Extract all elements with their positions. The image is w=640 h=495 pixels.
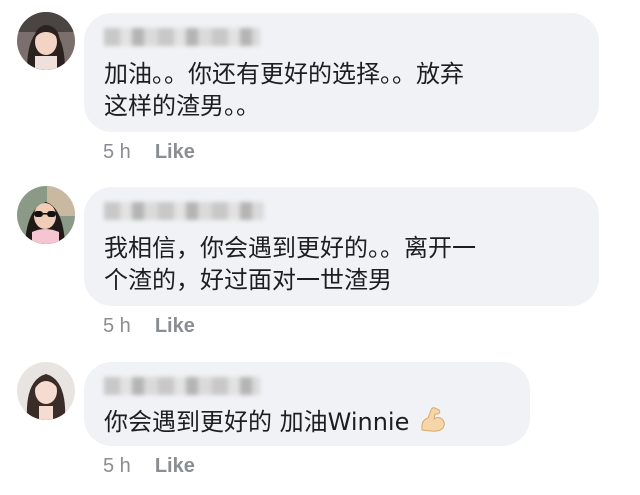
comment-text: 我相信，你会遇到更好的。。离开一 个渣的，好过面对一世渣男 bbox=[104, 234, 476, 294]
commenter-avatar[interactable] bbox=[17, 12, 75, 70]
comment-bubble: 加油。。你还有更好的选择。。放弃 这样的渣男。。 bbox=[84, 13, 599, 132]
commenter-name-blurred[interactable] bbox=[104, 377, 260, 395]
like-button[interactable]: Like bbox=[155, 314, 195, 338]
comment-timestamp[interactable]: 5 h bbox=[103, 314, 131, 338]
avatar-woman-dark-hair-icon bbox=[17, 12, 75, 70]
avatar-woman-long-hair-icon bbox=[17, 362, 75, 420]
comment-timestamp[interactable]: 5 h bbox=[103, 454, 131, 478]
comment-bubble: 我相信，你会遇到更好的。。离开一 个渣的，好过面对一世渣男 bbox=[84, 187, 599, 306]
commenter-avatar[interactable] bbox=[17, 362, 75, 420]
like-button[interactable]: Like bbox=[155, 140, 195, 164]
comment-text: 你会遇到更好的 加油Winnie bbox=[104, 406, 447, 440]
comment-text-content: 你会遇到更好的 加油Winnie bbox=[104, 408, 410, 436]
commenter-name-blurred[interactable] bbox=[104, 202, 264, 220]
comment-meta: 5 h Like bbox=[103, 314, 195, 338]
comment-bubble: 你会遇到更好的 加油Winnie bbox=[84, 362, 530, 446]
flexed-biceps-emoji bbox=[419, 406, 447, 440]
commenter-avatar[interactable] bbox=[17, 186, 75, 244]
comment-text: 加油。。你还有更好的选择。。放弃 这样的渣男。。 bbox=[104, 60, 464, 120]
comment-meta: 5 h Like bbox=[103, 454, 195, 478]
commenter-name-blurred[interactable] bbox=[104, 28, 260, 46]
comment-timestamp[interactable]: 5 h bbox=[103, 140, 131, 164]
like-button[interactable]: Like bbox=[155, 454, 195, 478]
comment-meta: 5 h Like bbox=[103, 140, 195, 164]
avatar-woman-sunglasses-icon bbox=[17, 186, 75, 244]
